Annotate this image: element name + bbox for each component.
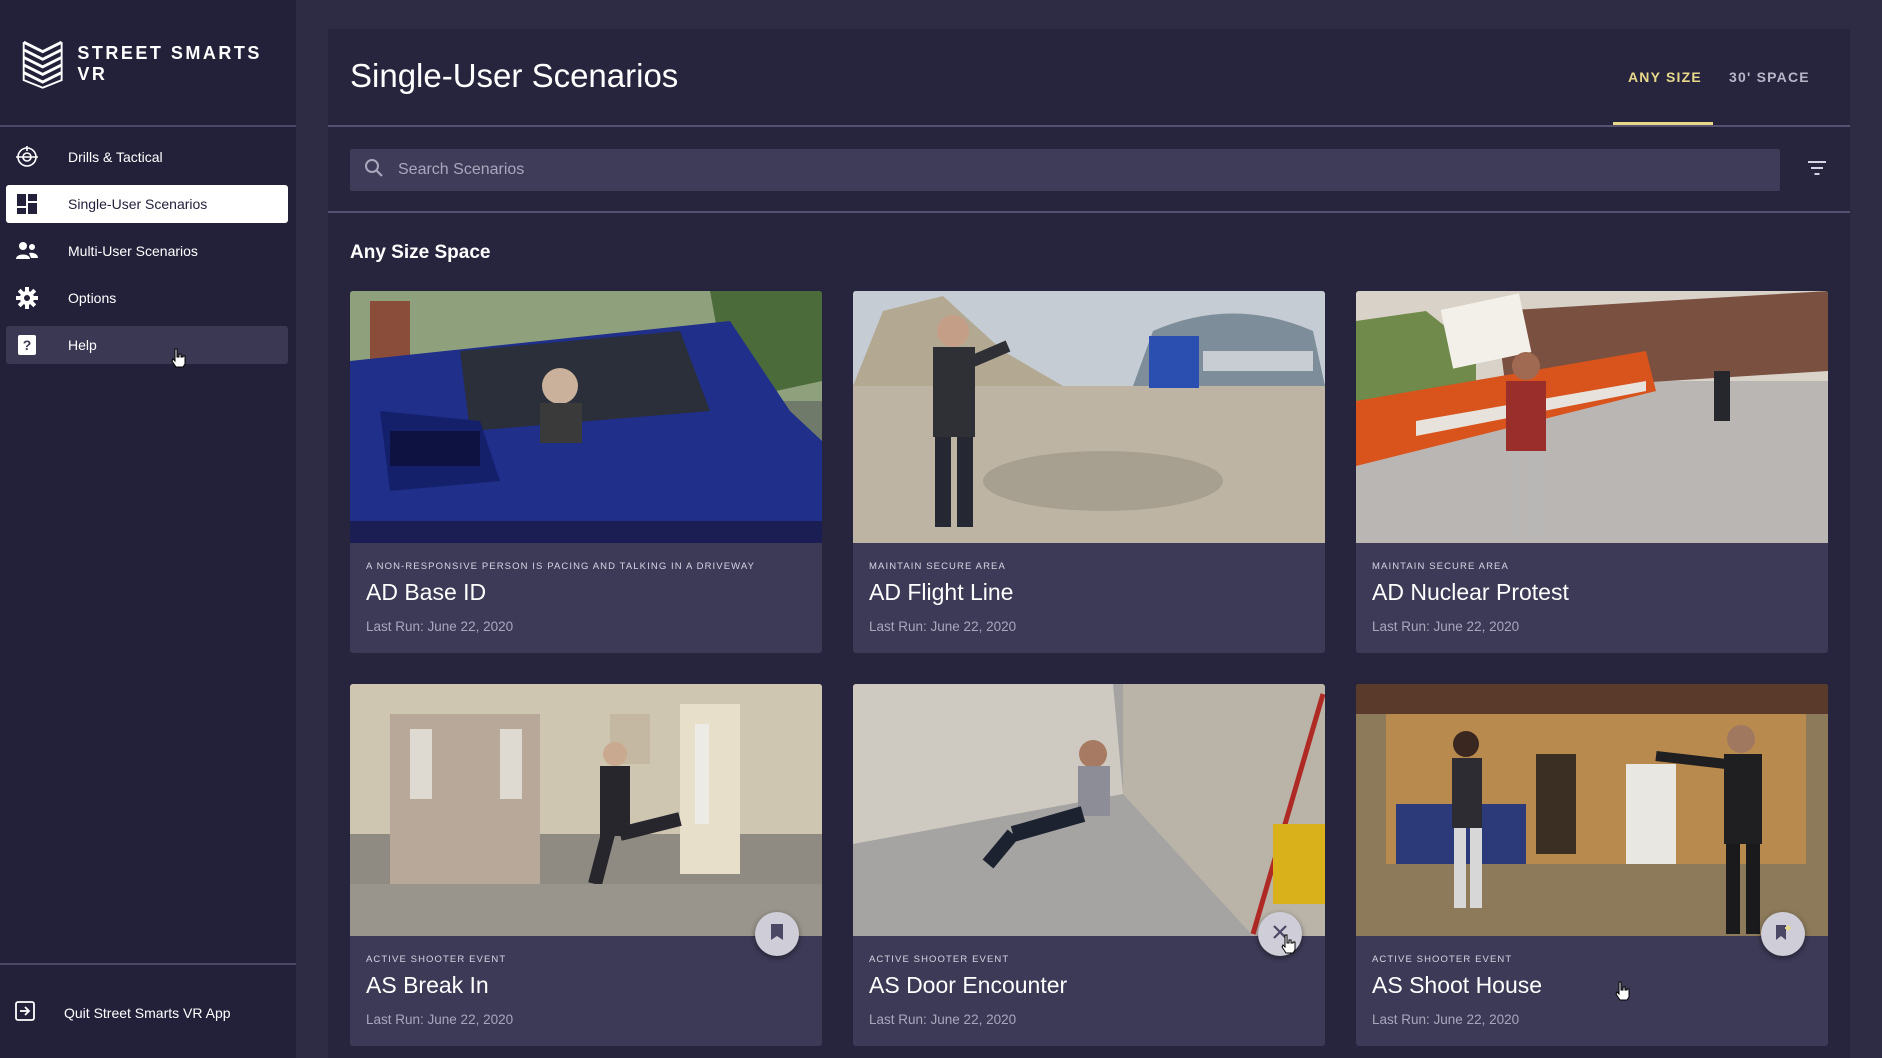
scenario-card-ad-flight-line[interactable]: MAINTAIN SECURE AREA AD Flight Line Last… — [853, 291, 1325, 653]
sidebar-item-drills-tactical[interactable]: Drills & Tactical — [6, 138, 288, 176]
page-title: Single-User Scenarios — [350, 57, 679, 94]
scenario-title: AD Flight Line — [869, 579, 1014, 605]
sidebar-item-multi-user-scenarios[interactable]: Multi-User Scenarios — [6, 232, 288, 270]
sidebar-item-label: Options — [68, 290, 117, 306]
tab-30-space[interactable]: 30' SPACE — [1729, 69, 1810, 85]
scenario-category: A NON-RESPONSIVE PERSON IS PACING AND TA… — [366, 561, 756, 572]
quit-label: Quit Street Smarts VR App — [64, 1005, 231, 1021]
scenario-card-as-break-in[interactable]: ACTIVE SHOOTER EVENT AS Break In Last Ru… — [350, 684, 822, 1046]
hand-cursor-icon — [1615, 981, 1630, 1001]
bookmark-button[interactable] — [755, 912, 799, 956]
sidebar-item-options[interactable]: Options — [6, 279, 288, 317]
filter-icon — [1807, 160, 1827, 181]
app-logo: STREET SMARTS VR — [18, 36, 288, 92]
people-icon — [14, 238, 40, 264]
sidebar-item-single-user-scenarios[interactable]: Single-User Scenarios — [6, 185, 288, 223]
sidebar-item-label: Multi-User Scenarios — [68, 243, 198, 259]
bookmark-add-icon — [1774, 923, 1792, 946]
search-input[interactable] — [398, 161, 1698, 179]
search-divider — [328, 211, 1850, 213]
search-icon — [364, 158, 384, 183]
logo-icon — [22, 40, 63, 89]
sidebar-item-help[interactable]: ? Help — [6, 326, 288, 364]
scenario-thumbnail — [853, 291, 1325, 543]
help-icon: ? — [14, 332, 40, 358]
scenario-title: AD Base ID — [366, 579, 487, 605]
scenario-card-as-door-encounter[interactable]: ACTIVE SHOOTER EVENT AS Door Encounter L… — [853, 684, 1325, 1046]
scenario-category: ACTIVE SHOOTER EVENT — [869, 954, 1010, 965]
scenario-thumbnail — [350, 291, 822, 543]
app-name: STREET SMARTS VR — [77, 43, 262, 84]
exit-icon — [14, 1000, 36, 1027]
search-bar[interactable] — [350, 149, 1780, 191]
filter-button[interactable] — [1804, 159, 1830, 181]
scenario-thumbnail — [1356, 684, 1828, 936]
quit-app-button[interactable]: Quit Street Smarts VR App — [6, 994, 288, 1032]
scenario-card-as-shoot-house[interactable]: ACTIVE SHOOTER EVENT AS Shoot House Last… — [1356, 684, 1828, 1046]
scenario-card-ad-base-id[interactable]: A NON-RESPONSIVE PERSON IS PACING AND TA… — [350, 291, 822, 653]
scenario-last-run: Last Run: June 22, 2020 — [366, 619, 514, 634]
main-panel: Single-User Scenarios ANY SIZE 30' SPACE… — [328, 29, 1850, 1058]
scenario-title: AS Shoot House — [1372, 972, 1543, 998]
scenario-title: AS Break In — [366, 972, 489, 998]
scenario-category: MAINTAIN SECURE AREA — [1372, 561, 1509, 572]
sidebar-item-label: Single-User Scenarios — [68, 196, 208, 212]
sidebar-item-label: Help — [68, 337, 97, 353]
crosshair-icon — [14, 144, 40, 170]
svg-text:?: ? — [23, 337, 32, 353]
scenario-last-run: Last Run: June 22, 2020 — [366, 1012, 514, 1027]
scenario-thumbnail — [350, 684, 822, 936]
add-bookmark-button[interactable] — [1761, 912, 1805, 956]
scenario-card-ad-nuclear-protest[interactable]: MAINTAIN SECURE AREA AD Nuclear Protest … — [1356, 291, 1828, 653]
sidebar-item-label: Drills & Tactical — [68, 149, 163, 165]
hand-cursor-icon — [1281, 934, 1296, 954]
bookmark-icon — [770, 923, 784, 946]
sidebar: STREET SMARTS VR Drills & Tactical Singl… — [0, 0, 296, 1058]
scenario-title: AS Door Encounter — [869, 972, 1068, 998]
scenario-category: ACTIVE SHOOTER EVENT — [366, 954, 507, 965]
sidebar-divider — [0, 963, 296, 965]
hand-cursor-icon — [171, 348, 186, 368]
header: Single-User Scenarios ANY SIZE 30' SPACE — [328, 29, 1850, 125]
scenario-category: MAINTAIN SECURE AREA — [869, 561, 1006, 572]
scenario-last-run: Last Run: June 22, 2020 — [869, 619, 1017, 634]
scenario-title: AD Nuclear Protest — [1372, 579, 1569, 605]
scenario-thumbnail — [1356, 291, 1828, 543]
header-divider — [328, 125, 1850, 127]
tab-any-size[interactable]: ANY SIZE — [1628, 69, 1702, 85]
scenario-thumbnail — [853, 684, 1325, 936]
scenario-last-run: Last Run: June 22, 2020 — [869, 1012, 1017, 1027]
scenario-last-run: Last Run: June 22, 2020 — [1372, 1012, 1520, 1027]
scenario-category: ACTIVE SHOOTER EVENT — [1372, 954, 1513, 965]
dashboard-icon — [14, 191, 40, 217]
section-title: Any Size Space — [350, 242, 491, 263]
gear-icon — [14, 285, 40, 311]
sidebar-nav: Drills & Tactical Single-User Scenarios … — [6, 138, 288, 373]
scenario-last-run: Last Run: June 22, 2020 — [1372, 619, 1520, 634]
sidebar-divider — [0, 125, 296, 127]
